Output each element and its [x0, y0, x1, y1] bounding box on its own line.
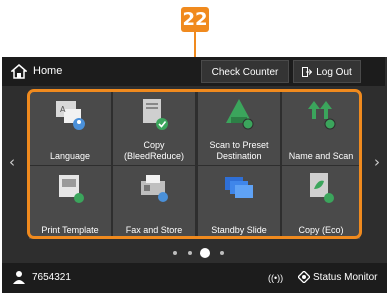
logout-button[interactable]: Log Out — [293, 60, 361, 83]
user-id: 7654321 — [32, 272, 71, 283]
page-indicator — [170, 248, 230, 258]
wireless-icon: ((•)) — [268, 273, 284, 283]
next-page-arrow-icon[interactable]: › — [374, 153, 380, 171]
logout-icon — [302, 67, 313, 78]
logout-label: Log Out — [316, 67, 352, 78]
callout-number: 22 — [181, 7, 209, 32]
status-bar: 7654321 ((•)) Status Monitor — [2, 263, 387, 293]
user-icon — [13, 271, 25, 284]
status-monitor-label: Status Monitor — [313, 272, 378, 283]
page-dot[interactable] — [188, 251, 192, 255]
status-monitor-button[interactable]: Status Monitor — [297, 268, 378, 288]
status-monitor-icon — [297, 270, 311, 285]
check-counter-button[interactable]: Check Counter — [201, 60, 289, 83]
callout-highlight-frame — [27, 89, 362, 239]
page-dot[interactable] — [173, 251, 177, 255]
top-bar: Home Check Counter Log Out — [2, 57, 385, 86]
page-dot-active[interactable] — [200, 248, 210, 258]
home-label[interactable]: Home — [33, 57, 62, 86]
page-dot[interactable] — [220, 251, 224, 255]
previous-page-arrow-icon[interactable]: ‹ — [9, 153, 15, 171]
home-icon[interactable] — [11, 64, 27, 79]
